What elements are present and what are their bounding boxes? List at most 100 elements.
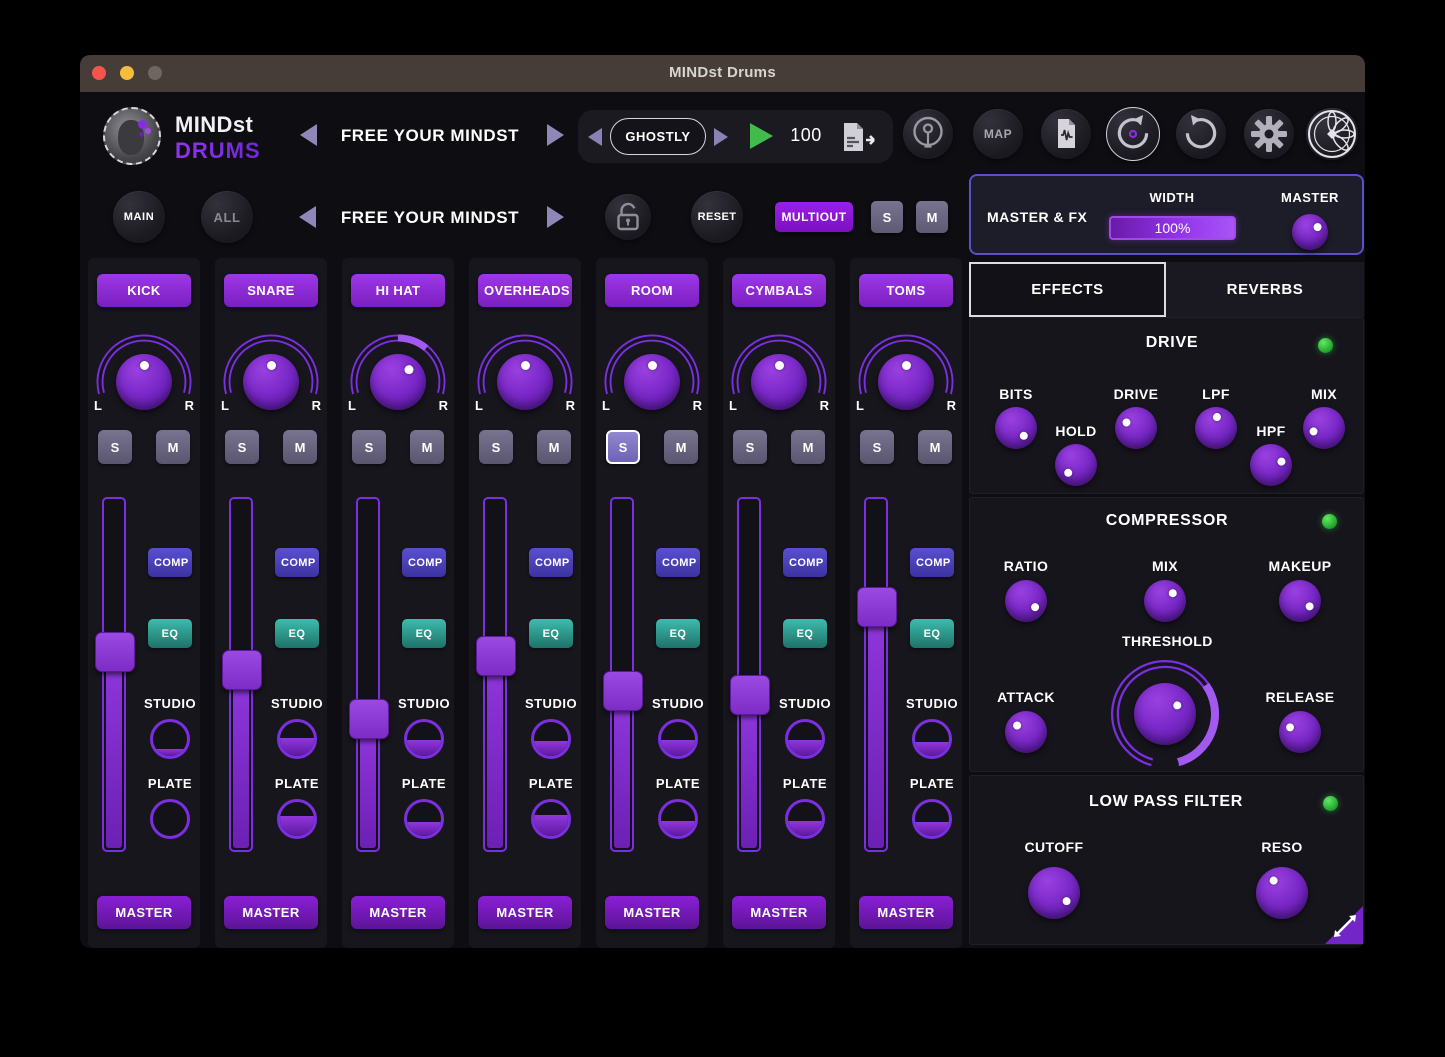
master-route-button[interactable]: MASTER — [732, 896, 826, 929]
lock-button[interactable] — [605, 194, 651, 240]
map-button[interactable]: MAP — [973, 109, 1023, 159]
pan-knob[interactable]: L R — [727, 326, 831, 436]
reset-button[interactable]: RESET — [691, 191, 743, 243]
solo-button[interactable]: S — [479, 430, 513, 464]
studio-send-knob[interactable] — [404, 719, 444, 759]
studio-send-knob[interactable] — [277, 719, 317, 759]
volume-fader[interactable] — [356, 497, 380, 852]
redo-button[interactable] — [1176, 109, 1226, 159]
fader-handle[interactable] — [476, 636, 516, 676]
channel-button[interactable]: OVERHEADS — [478, 274, 572, 307]
multiout-button[interactable]: MULTIOUT — [775, 202, 853, 232]
plate-send-knob[interactable] — [658, 799, 698, 839]
pan-knob[interactable]: L R — [219, 326, 323, 436]
solo-button[interactable]: S — [352, 430, 386, 464]
channel-button[interactable]: SNARE — [224, 274, 318, 307]
master-route-button[interactable]: MASTER — [859, 896, 953, 929]
bits-knob[interactable] — [995, 407, 1037, 449]
plate-send-knob[interactable] — [404, 799, 444, 839]
studio-send-knob[interactable] — [785, 719, 825, 759]
fader-handle[interactable] — [222, 650, 262, 690]
drive-knob[interactable] — [1115, 407, 1157, 449]
eq-button[interactable]: EQ — [148, 619, 192, 648]
global-solo-button[interactable]: S — [871, 201, 903, 233]
volume-fader[interactable] — [102, 497, 126, 852]
studio-send-knob[interactable] — [912, 719, 952, 759]
preset-prev-arrow[interactable] — [299, 206, 316, 228]
resize-handle[interactable] — [1325, 906, 1363, 944]
width-slider[interactable]: 100% — [1109, 216, 1236, 240]
channel-button[interactable]: TOMS — [859, 274, 953, 307]
mute-button[interactable]: M — [283, 430, 317, 464]
studio-send-knob[interactable] — [150, 719, 190, 759]
comp-button[interactable]: COMP — [275, 548, 319, 577]
pan-knob[interactable]: L R — [473, 326, 577, 436]
tab-effects[interactable]: EFFECTS — [969, 262, 1166, 317]
all-view-button[interactable]: ALL — [201, 191, 253, 243]
plate-send-knob[interactable] — [277, 799, 317, 839]
main-view-button[interactable]: MAIN — [113, 191, 165, 243]
plate-send-knob[interactable] — [150, 799, 190, 839]
volume-fader[interactable] — [737, 497, 761, 852]
comp-button[interactable]: COMP — [529, 548, 573, 577]
master-route-button[interactable]: MASTER — [351, 896, 445, 929]
comp-mix-knob[interactable] — [1144, 580, 1186, 622]
eq-button[interactable]: EQ — [529, 619, 573, 648]
lpf-knob[interactable] — [1195, 407, 1237, 449]
solo-button[interactable]: S — [225, 430, 259, 464]
kit-next-arrow[interactable] — [714, 128, 728, 146]
eq-button[interactable]: EQ — [910, 619, 954, 648]
channel-button[interactable]: CYMBALS — [732, 274, 826, 307]
company-logo-button[interactable] — [1306, 108, 1358, 160]
lpf-enabled-led[interactable] — [1323, 796, 1338, 811]
eq-button[interactable]: EQ — [783, 619, 827, 648]
cutoff-knob[interactable] — [1028, 867, 1080, 919]
studio-send-knob[interactable] — [658, 719, 698, 759]
mute-button[interactable]: M — [791, 430, 825, 464]
comp-button[interactable]: COMP — [910, 548, 954, 577]
master-route-button[interactable]: MASTER — [478, 896, 572, 929]
attack-knob[interactable] — [1005, 711, 1047, 753]
channel-button[interactable]: HI HAT — [351, 274, 445, 307]
volume-fader[interactable] — [483, 497, 507, 852]
eq-button[interactable]: EQ — [656, 619, 700, 648]
kit-selector[interactable]: GHOSTLY — [610, 118, 706, 155]
kit-prev-arrow[interactable] — [588, 128, 602, 146]
volume-fader[interactable] — [229, 497, 253, 852]
preset-prev-arrow[interactable] — [300, 124, 317, 146]
export-midi-icon[interactable] — [840, 120, 880, 154]
global-mute-button[interactable]: M — [916, 201, 948, 233]
mic-button[interactable] — [903, 109, 953, 159]
drive-enabled-led[interactable] — [1318, 338, 1333, 353]
settings-button[interactable] — [1244, 109, 1294, 159]
reso-knob[interactable] — [1256, 867, 1308, 919]
ratio-knob[interactable] — [1005, 580, 1047, 622]
comp-button[interactable]: COMP — [656, 548, 700, 577]
pan-knob[interactable]: L R — [854, 326, 958, 436]
pan-knob[interactable]: L R — [600, 326, 704, 436]
mute-button[interactable]: M — [918, 430, 952, 464]
solo-button[interactable]: S — [606, 430, 640, 464]
solo-button[interactable]: S — [860, 430, 894, 464]
tempo-value[interactable]: 100 — [781, 125, 831, 146]
plate-send-knob[interactable] — [912, 799, 952, 839]
comp-button[interactable]: COMP — [148, 548, 192, 577]
plate-send-knob[interactable] — [785, 799, 825, 839]
mute-button[interactable]: M — [664, 430, 698, 464]
pan-knob[interactable]: L R — [346, 326, 450, 436]
channel-button[interactable]: KICK — [97, 274, 191, 307]
mute-button[interactable]: M — [537, 430, 571, 464]
load-sample-button[interactable] — [1041, 109, 1091, 159]
eq-button[interactable]: EQ — [402, 619, 446, 648]
hpf-knob[interactable] — [1250, 444, 1292, 486]
play-button[interactable] — [750, 123, 773, 149]
comp-button[interactable]: COMP — [783, 548, 827, 577]
studio-send-knob[interactable] — [531, 719, 571, 759]
comp-button[interactable]: COMP — [402, 548, 446, 577]
pan-knob[interactable]: L R — [92, 326, 196, 436]
fader-handle[interactable] — [95, 632, 135, 672]
volume-fader[interactable] — [864, 497, 888, 852]
eq-button[interactable]: EQ — [275, 619, 319, 648]
drive-mix-knob[interactable] — [1303, 407, 1345, 449]
master-route-button[interactable]: MASTER — [605, 896, 699, 929]
